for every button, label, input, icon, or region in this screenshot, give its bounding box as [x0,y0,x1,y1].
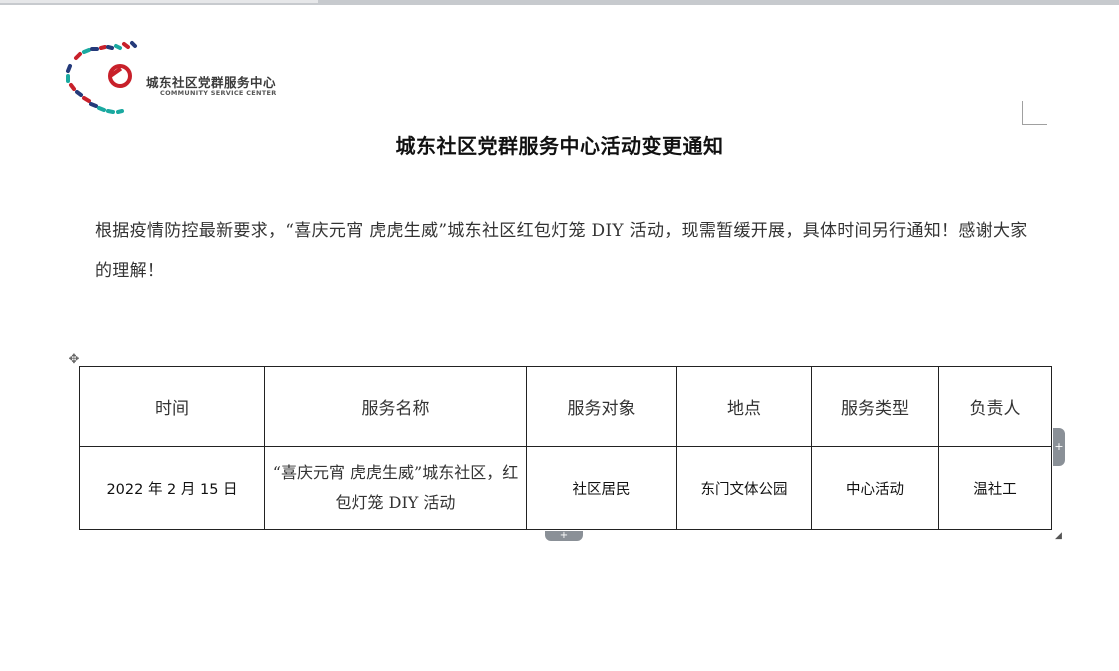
header-person-in-charge[interactable]: 负责人 [938,366,1052,447]
table-resize-icon[interactable]: ◢ [1055,532,1064,541]
people-ring-logo-icon [66,41,137,114]
logo-org-subtitle: COMMUNITY SERVICE CENTER [160,89,277,97]
header-service-target[interactable]: 服务对象 [526,366,677,447]
header-service-type[interactable]: 服务类型 [811,366,939,447]
plus-icon: + [559,530,569,541]
plus-icon: + [1054,440,1064,453]
activity-table[interactable]: 时间 服务名称 服务对象 地点 服务类型 负责人 2022 年 2 月 15 日… [79,366,1052,530]
cell-time[interactable]: 2022 年 2 月 15 日 [79,446,265,530]
header-location[interactable]: 地点 [676,366,812,447]
table-move-icon[interactable]: ✥ [67,353,81,367]
add-row-button[interactable]: + [545,531,583,541]
community-logo: 城东社区党群服务中心 COMMUNITY SERVICE CENTER [62,38,302,122]
notice-paragraph[interactable]: 根据疫情防控最新要求，“喜庆元宵 虎虎生威”城东社区红包灯笼 DIY 活动，现需… [95,211,1035,291]
header-service-name[interactable]: 服务名称 [264,366,527,447]
cell-person-in-charge[interactable]: 温社工 [938,446,1052,530]
document-title[interactable]: 城东社区党群服务中心活动变更通知 [0,130,1119,159]
cell-service-type[interactable]: 中心活动 [811,446,939,530]
cell-location[interactable]: 东门文体公园 [676,446,812,530]
add-column-button[interactable]: + [1053,428,1065,466]
header-time[interactable]: 时间 [79,366,265,447]
cell-service-target[interactable]: 社区居民 [526,446,677,530]
table-header-row: 时间 服务名称 服务对象 地点 服务类型 负责人 [79,366,1052,447]
cell-service-name[interactable]: “喜庆元宵 虎虎生威”城东社区，红包灯笼 DIY 活动 [264,446,527,530]
top-scroll-bar [0,0,1119,5]
page-margin-corner-mark [1022,101,1047,125]
table-row: 2022 年 2 月 15 日 “喜庆元宵 虎虎生威”城东社区，红包灯笼 DIY… [79,446,1052,530]
top-scroll-thumb[interactable] [0,0,318,3]
